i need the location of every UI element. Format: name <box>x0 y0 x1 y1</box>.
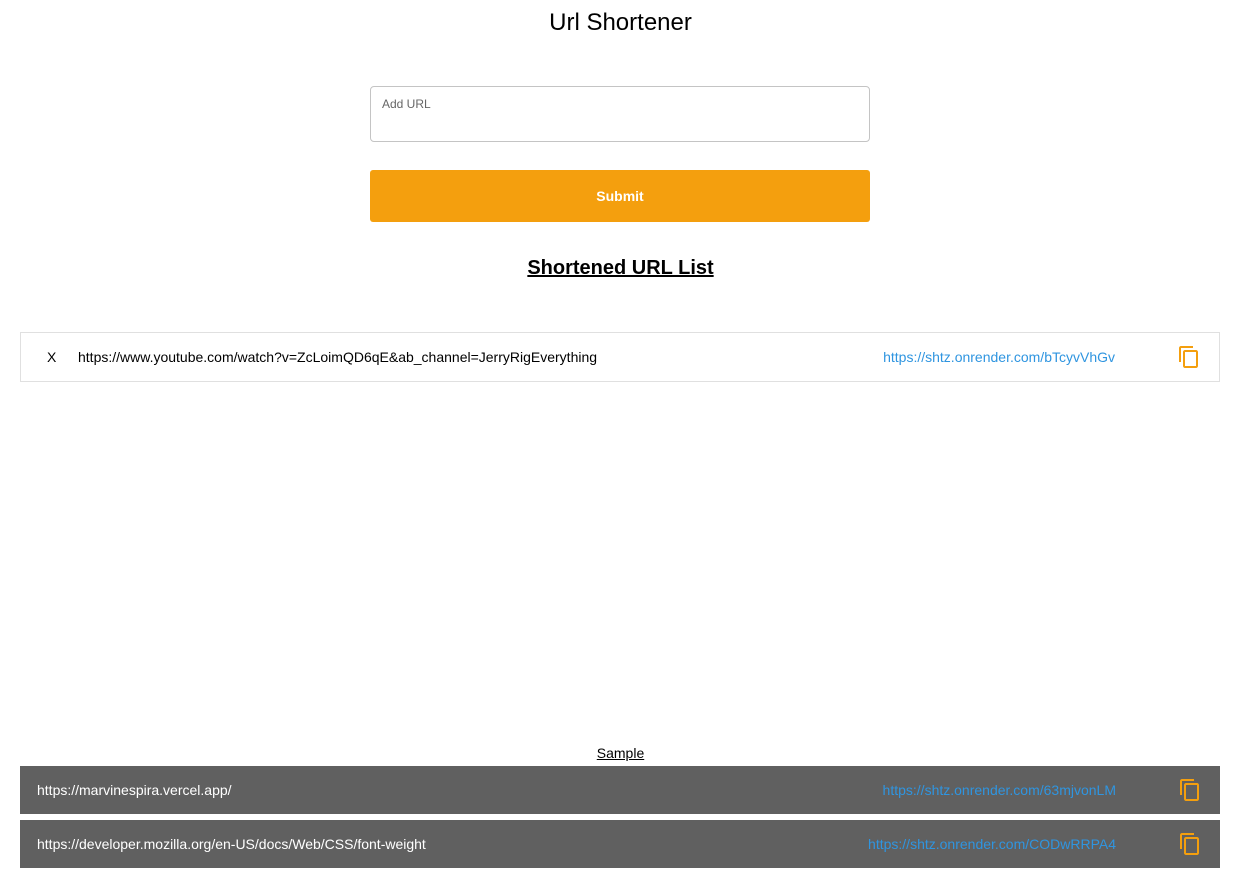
sample-list-item: https://marvinespira.vercel.app/ https:/… <box>20 766 1220 814</box>
url-input[interactable] <box>382 115 857 135</box>
sample-short-url-link[interactable]: https://shtz.onrender.com/63mjvonLM <box>883 782 1116 798</box>
url-field-label: Add URL <box>382 97 431 111</box>
original-url: https://www.youtube.com/watch?v=ZcLoimQD… <box>78 349 598 365</box>
sample-short-url-link[interactable]: https://shtz.onrender.com/CODwRRPA4 <box>868 836 1116 852</box>
delete-button[interactable]: X <box>47 349 69 365</box>
list-item: X https://www.youtube.com/watch?v=ZcLoim… <box>20 332 1220 382</box>
shortened-url-list-heading: Shortened URL List <box>527 257 714 279</box>
sample-original-url: https://developer.mozilla.org/en-US/docs… <box>37 836 426 852</box>
short-url-link[interactable]: https://shtz.onrender.com/bTcyvVhGv <box>883 349 1115 365</box>
page: Url Shortener Add URL Submit Shortened U… <box>0 0 1241 887</box>
copy-icon[interactable] <box>1178 778 1202 802</box>
sample-label: Sample <box>596 745 645 761</box>
copy-icon[interactable] <box>1177 345 1201 369</box>
sample-original-url: https://marvinespira.vercel.app/ <box>37 782 232 798</box>
copy-icon[interactable] <box>1178 832 1202 856</box>
app-title: Url Shortener <box>549 9 692 36</box>
submit-button[interactable]: Submit <box>370 170 870 222</box>
url-field[interactable]: Add URL <box>370 86 870 142</box>
sample-list-item: https://developer.mozilla.org/en-US/docs… <box>20 820 1220 868</box>
